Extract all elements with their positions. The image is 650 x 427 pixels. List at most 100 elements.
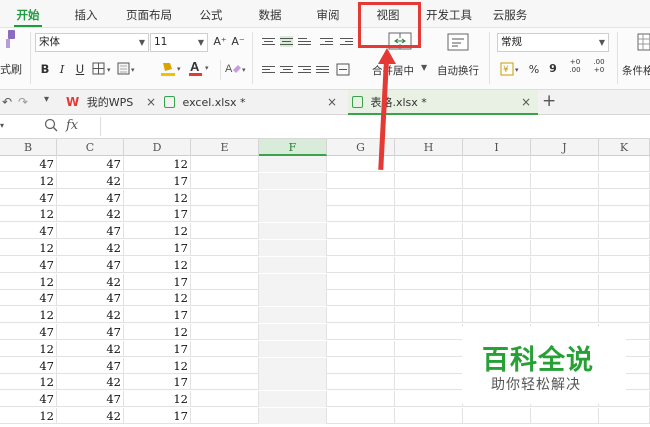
- cell-b[interactable]: 12: [0, 206, 57, 223]
- bold-button[interactable]: B: [39, 60, 51, 78]
- cell-i[interactable]: [463, 172, 531, 189]
- cell-b[interactable]: 47: [0, 256, 57, 273]
- cell-c[interactable]: 42: [57, 273, 124, 290]
- column-header-c[interactable]: C: [57, 139, 124, 156]
- cell-g[interactable]: [327, 256, 395, 273]
- cell-d[interactable]: 17: [124, 273, 191, 290]
- cell-e[interactable]: [191, 206, 259, 223]
- cell-d[interactable]: 12: [124, 189, 191, 206]
- cell-b[interactable]: 47: [0, 290, 57, 307]
- cell-k[interactable]: [599, 156, 650, 172]
- cell-h[interactable]: [395, 324, 463, 340]
- cell-j[interactable]: [531, 256, 599, 273]
- cell-g[interactable]: [327, 240, 395, 256]
- cell-f[interactable]: [259, 172, 327, 189]
- close-icon[interactable]: ×: [327, 90, 337, 115]
- cell-j[interactable]: [531, 307, 599, 324]
- cell-i[interactable]: [463, 156, 531, 172]
- cell-i[interactable]: [463, 223, 531, 240]
- borders-icon[interactable]: ▾: [92, 62, 114, 79]
- cell-k[interactable]: [599, 273, 650, 290]
- font-name-select[interactable]: 宋体 ▼: [35, 33, 149, 52]
- cell-b[interactable]: 12: [0, 408, 57, 424]
- cell-d[interactable]: 17: [124, 307, 191, 324]
- cell-c[interactable]: 42: [57, 408, 124, 424]
- cell-j[interactable]: [531, 189, 599, 206]
- cell-j[interactable]: [531, 156, 599, 172]
- tab-insert[interactable]: 插入: [64, 0, 108, 28]
- cell-b[interactable]: 47: [0, 223, 57, 240]
- cell-e[interactable]: [191, 273, 259, 290]
- cell-g[interactable]: [327, 324, 395, 340]
- cell-j[interactable]: [531, 290, 599, 307]
- cell-e[interactable]: [191, 374, 259, 391]
- justify-icon[interactable]: [316, 64, 329, 75]
- cell-h[interactable]: [395, 256, 463, 273]
- tab-start[interactable]: 开始: [6, 0, 50, 28]
- cell-e[interactable]: [191, 290, 259, 307]
- cell-c[interactable]: 47: [57, 156, 124, 172]
- cell-e[interactable]: [191, 340, 259, 357]
- cell-d[interactable]: 17: [124, 240, 191, 256]
- tab-cloud[interactable]: 云服务: [488, 0, 532, 28]
- cell-e[interactable]: [191, 324, 259, 340]
- format-painter-label[interactable]: 式刷: [0, 61, 22, 77]
- cell-j[interactable]: [531, 408, 599, 424]
- wrap-text-icon[interactable]: [447, 33, 469, 54]
- cell-e[interactable]: [191, 256, 259, 273]
- cell-e[interactable]: [191, 307, 259, 324]
- cell-e[interactable]: [191, 189, 259, 206]
- column-header-b[interactable]: B: [0, 139, 57, 156]
- cell-d[interactable]: 17: [124, 374, 191, 391]
- cell-d[interactable]: 17: [124, 172, 191, 189]
- cell-f[interactable]: [259, 206, 327, 223]
- cell-c[interactable]: 47: [57, 391, 124, 408]
- cell-i[interactable]: [463, 240, 531, 256]
- tab-excel-xlsx[interactable]: excel.xlsx *: [164, 90, 344, 115]
- cell-c[interactable]: 47: [57, 324, 124, 340]
- cell-f[interactable]: [259, 273, 327, 290]
- cell-h[interactable]: [395, 240, 463, 256]
- cell-g[interactable]: [327, 408, 395, 424]
- column-header-f[interactable]: F: [259, 139, 327, 156]
- cell-e[interactable]: [191, 172, 259, 189]
- currency-format-icon[interactable]: ¥ ▾: [500, 61, 524, 80]
- shrink-font-button[interactable]: A⁻: [231, 33, 245, 51]
- cell-style-icon[interactable]: ▾: [117, 62, 155, 79]
- cell-g[interactable]: [327, 357, 395, 374]
- font-color-icon[interactable]: A ▾: [188, 59, 214, 80]
- align-bottom-icon[interactable]: [298, 36, 311, 47]
- conditional-format-icon[interactable]: [637, 33, 650, 54]
- cell-g[interactable]: [327, 340, 395, 357]
- cell-h[interactable]: [395, 223, 463, 240]
- cell-f[interactable]: [259, 408, 327, 424]
- zoom-icon[interactable]: [44, 118, 58, 135]
- cell-c[interactable]: 42: [57, 240, 124, 256]
- cell-j[interactable]: [531, 240, 599, 256]
- cell-d[interactable]: 12: [124, 156, 191, 172]
- tab-developer[interactable]: 开发工具: [420, 0, 478, 28]
- cell-b[interactable]: 47: [0, 391, 57, 408]
- cell-k[interactable]: [599, 240, 650, 256]
- close-icon[interactable]: ×: [146, 90, 156, 115]
- cell-b[interactable]: 47: [0, 189, 57, 206]
- cell-i[interactable]: [463, 273, 531, 290]
- cell-f[interactable]: [259, 156, 327, 172]
- formula-input[interactable]: [100, 117, 650, 136]
- close-icon[interactable]: ×: [521, 90, 531, 115]
- tab-table-xlsx[interactable]: 表格.xlsx *: [348, 90, 538, 115]
- cell-f[interactable]: [259, 189, 327, 206]
- cell-k[interactable]: [599, 408, 650, 424]
- undo-icon[interactable]: ↶: [2, 95, 12, 109]
- cell-g[interactable]: [327, 189, 395, 206]
- cell-g[interactable]: [327, 273, 395, 290]
- cell-b[interactable]: 47: [0, 357, 57, 374]
- thousands-separator-button[interactable]: 9: [548, 60, 558, 78]
- align-center-icon[interactable]: [280, 64, 293, 75]
- tab-data[interactable]: 数据: [252, 0, 288, 28]
- quick-access-dropdown-icon[interactable]: ▾: [44, 94, 49, 105]
- cell-k[interactable]: [599, 256, 650, 273]
- cell-d[interactable]: 17: [124, 206, 191, 223]
- fill-color-icon[interactable]: ▾: [160, 61, 186, 80]
- cell-h[interactable]: [395, 391, 463, 408]
